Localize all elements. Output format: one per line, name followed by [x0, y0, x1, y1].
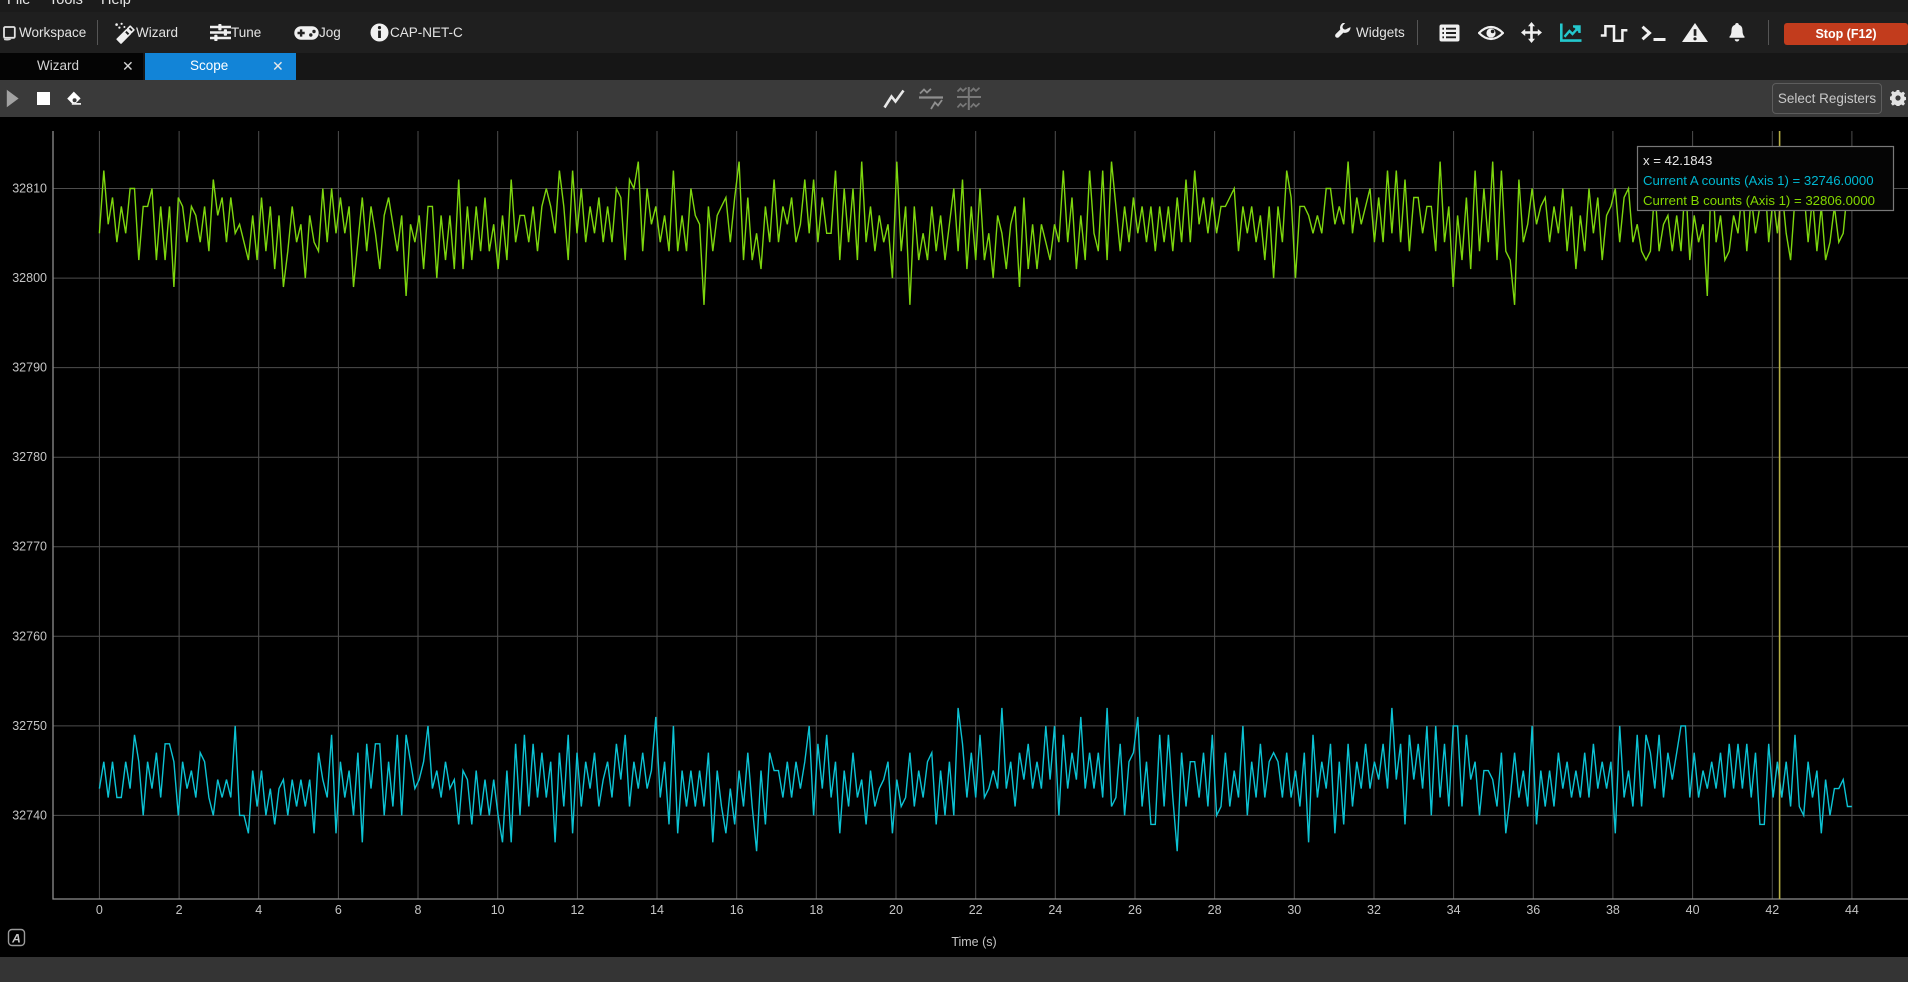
- svg-text:32760: 32760: [12, 629, 47, 643]
- svg-text:16: 16: [730, 903, 744, 917]
- svg-text:4: 4: [255, 903, 262, 917]
- svg-text:28: 28: [1208, 903, 1222, 917]
- svg-text:6: 6: [335, 903, 342, 917]
- svg-text:A: A: [11, 932, 21, 946]
- svg-text:32740: 32740: [12, 808, 47, 822]
- svg-text:0: 0: [96, 903, 103, 917]
- svg-text:20: 20: [889, 903, 903, 917]
- svg-text:24: 24: [1048, 903, 1062, 917]
- svg-text:22: 22: [969, 903, 983, 917]
- svg-text:12: 12: [570, 903, 584, 917]
- svg-text:32780: 32780: [12, 450, 47, 464]
- svg-text:26: 26: [1128, 903, 1142, 917]
- svg-text:8: 8: [415, 903, 422, 917]
- svg-text:Time (s): Time (s): [951, 935, 996, 949]
- svg-text:2: 2: [176, 903, 183, 917]
- svg-text:32: 32: [1367, 903, 1381, 917]
- svg-text:14: 14: [650, 903, 664, 917]
- svg-text:32790: 32790: [12, 361, 47, 375]
- svg-text:36: 36: [1526, 903, 1540, 917]
- svg-text:32810: 32810: [12, 182, 47, 196]
- svg-text:44: 44: [1845, 903, 1859, 917]
- svg-text:x = 42.1843: x = 42.1843: [1643, 153, 1712, 168]
- svg-text:10: 10: [491, 903, 505, 917]
- svg-text:32800: 32800: [12, 271, 47, 285]
- svg-text:18: 18: [809, 903, 823, 917]
- svg-text:Current B counts (Axis 1) = 32: Current B counts (Axis 1) = 32806.0000: [1643, 193, 1875, 208]
- svg-text:30: 30: [1287, 903, 1301, 917]
- svg-text:34: 34: [1447, 903, 1461, 917]
- svg-text:32750: 32750: [12, 719, 47, 733]
- svg-text:38: 38: [1606, 903, 1620, 917]
- svg-text:32770: 32770: [12, 540, 47, 554]
- svg-text:Current A counts (Axis 1) = 32: Current A counts (Axis 1) = 32746.0000: [1643, 173, 1874, 188]
- svg-text:40: 40: [1686, 903, 1700, 917]
- svg-text:42: 42: [1765, 903, 1779, 917]
